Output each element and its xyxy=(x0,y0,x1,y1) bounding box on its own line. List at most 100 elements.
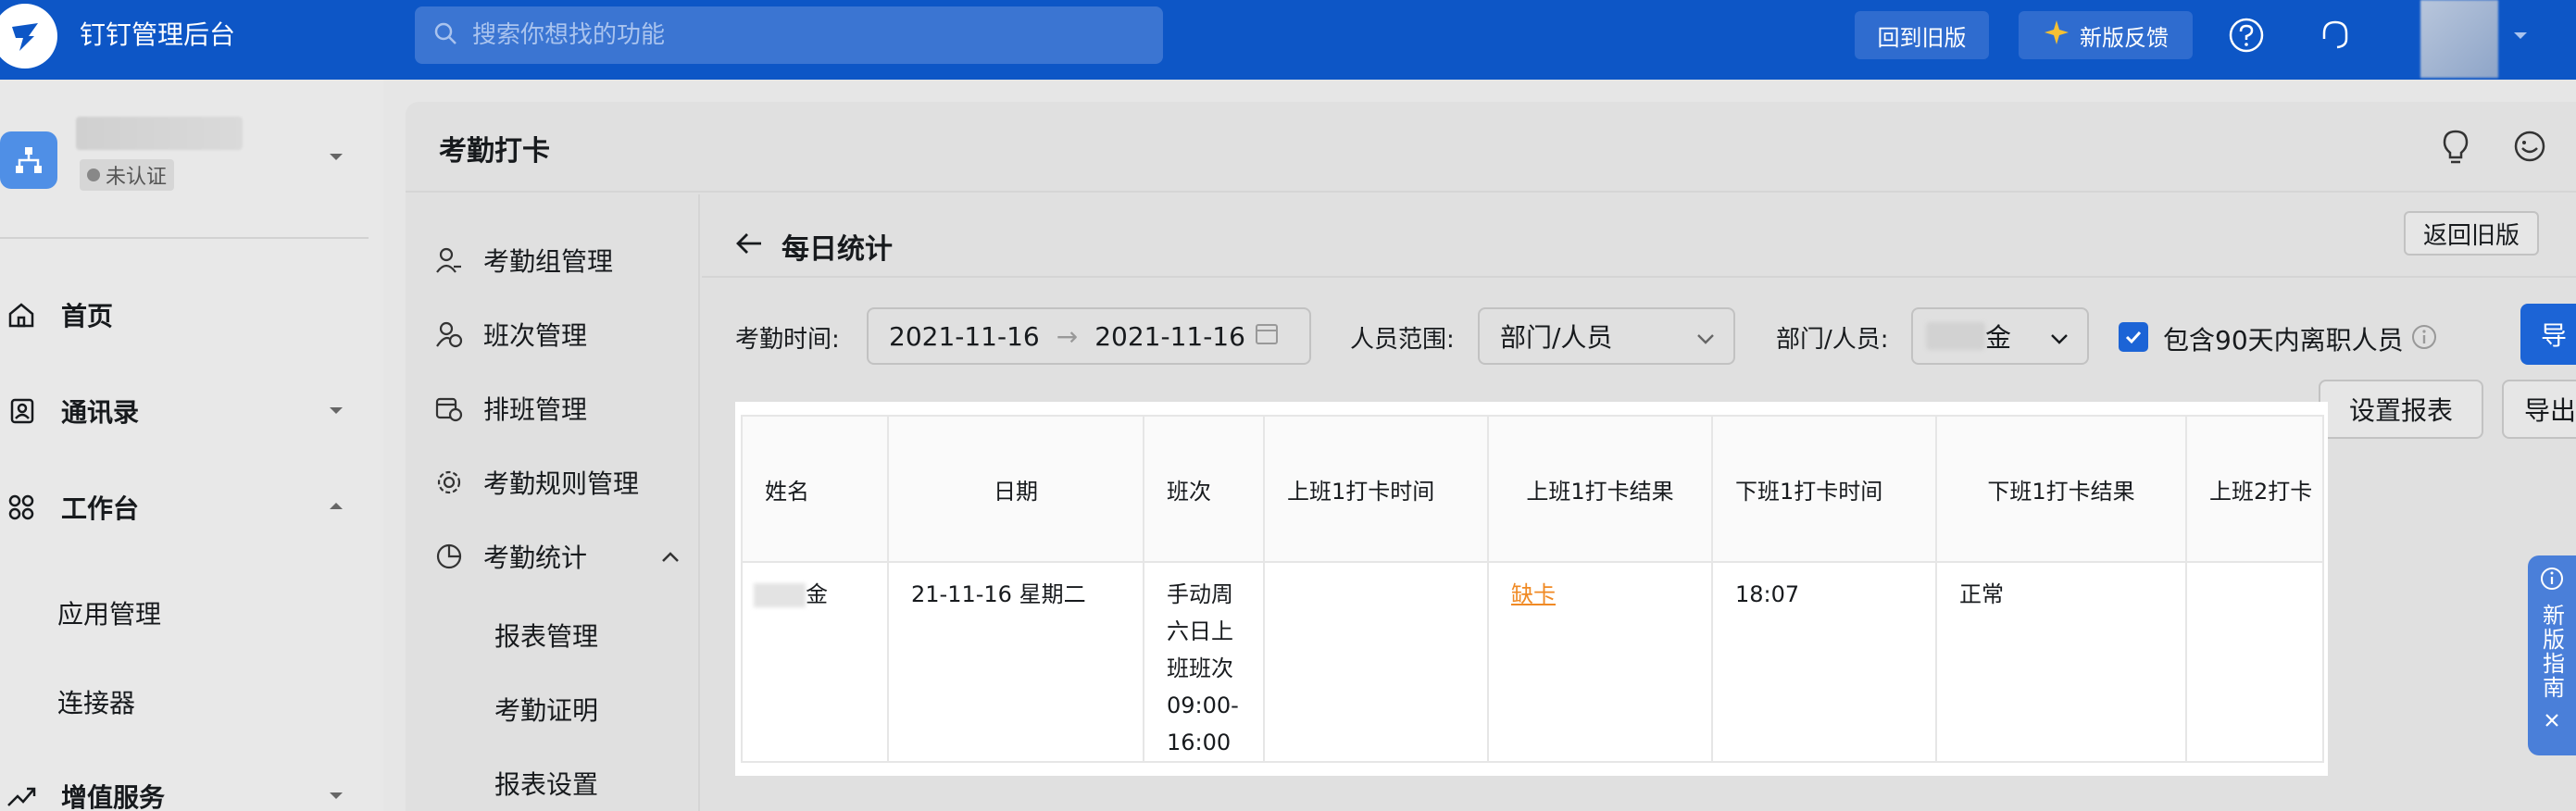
dingtalk-logo[interactable] xyxy=(0,4,57,69)
search-box[interactable] xyxy=(415,6,1163,64)
date-separator-arrow: → xyxy=(1056,320,1079,352)
column-header-date[interactable]: 日期 xyxy=(887,415,1144,563)
cell-out1-time: 18:07 xyxy=(1711,561,1937,763)
set-report-button[interactable]: 设置报表 xyxy=(2319,380,2483,439)
panel-header: 考勤打卡 xyxy=(406,102,2576,193)
column-header-in1-result[interactable]: 上班1打卡结果 xyxy=(1487,415,1713,563)
chevron-down-icon xyxy=(326,396,346,427)
lightbulb-icon[interactable] xyxy=(2433,124,2478,168)
chevron-down-icon xyxy=(2048,326,2070,356)
calendar-clock-icon xyxy=(433,394,465,422)
shift-line: 六日上 xyxy=(1167,618,1233,644)
cell-name: 金 xyxy=(741,561,889,763)
submenu-attendance-proof[interactable]: 考勤证明 xyxy=(494,691,598,728)
column-header-in2-time[interactable]: 上班2打卡 xyxy=(2185,415,2324,563)
chevron-down-icon[interactable] xyxy=(326,146,346,170)
cell-date: 21-11-16 星期二 xyxy=(887,561,1144,763)
submenu-schedule[interactable]: 排班管理 xyxy=(433,385,587,431)
submenu-statistics[interactable]: 考勤统计 xyxy=(433,533,587,580)
submenu-report-management[interactable]: 报表管理 xyxy=(494,617,598,654)
date-start: 2021-11-16 xyxy=(889,320,1040,352)
search-input[interactable] xyxy=(472,21,1120,49)
info-icon[interactable] xyxy=(2411,324,2437,354)
feedback-button[interactable]: 新版反馈 xyxy=(2019,11,2193,59)
shift-line: 16:00 xyxy=(1167,730,1232,755)
table-row: 金 21-11-16 星期二 手动周 六日上 班班次 09:00- 16:00 … xyxy=(741,561,2324,763)
group-user-icon xyxy=(433,246,465,274)
nav-connector[interactable]: 连接器 xyxy=(57,683,135,720)
date-range-picker[interactable]: 2021-11-16 → 2021-11-16 xyxy=(867,307,1311,365)
back-arrow-icon[interactable] xyxy=(735,231,763,263)
guide-label: 新版指南 xyxy=(2538,604,2565,700)
trend-chart-icon xyxy=(0,781,43,811)
cell-out1-result: 正常 xyxy=(1935,561,2187,763)
submenu-report-settings[interactable]: 报表设置 xyxy=(494,765,598,802)
scope-select-value: 部门/人员 xyxy=(1500,322,1613,353)
user-avatar[interactable] xyxy=(2420,0,2498,78)
submenu-schedule-label: 排班管理 xyxy=(483,394,588,425)
include-left-checkbox[interactable] xyxy=(2119,322,2148,352)
gear-icon xyxy=(433,468,465,496)
nav-contacts[interactable]: 通讯录 xyxy=(0,383,383,439)
org-status-badge: 未认证 xyxy=(80,159,175,191)
search-icon xyxy=(433,21,457,49)
submenu-attendance-group-label: 考勤组管理 xyxy=(483,246,614,277)
customer-service-icon[interactable] xyxy=(2507,124,2552,168)
top-bar: 钉钉管理后台 回到旧版 新版反馈 xyxy=(0,0,2576,80)
chevron-down-icon[interactable] xyxy=(2509,24,2532,50)
dept-select[interactable]: 金 xyxy=(1911,307,2089,365)
dept-filter-label: 部门/人员: xyxy=(1776,326,1889,354)
scope-select[interactable]: 部门/人员 xyxy=(1478,307,1735,365)
org-name-blurred xyxy=(76,117,243,150)
org-status-label: 未认证 xyxy=(106,166,168,189)
cell-in1-time xyxy=(1263,561,1489,763)
pie-chart-icon xyxy=(433,543,465,570)
column-header-in1-time[interactable]: 上班1打卡时间 xyxy=(1263,415,1489,563)
divider xyxy=(0,237,369,239)
blurred-name xyxy=(1926,322,1985,350)
nav-home[interactable]: 首页 xyxy=(0,287,383,343)
chevron-up-icon[interactable] xyxy=(659,546,682,572)
info-circle-icon xyxy=(2540,567,2564,596)
daily-stats-table-container: 姓名 日期 班次 上班1打卡时间 上班1打卡结果 下班1打卡时间 下班1打卡结果… xyxy=(737,404,2326,774)
shift-user-clock-icon xyxy=(433,320,465,348)
new-version-guide-tab[interactable]: 新版指南 xyxy=(2528,555,2576,755)
submenu-shift-label: 班次管理 xyxy=(483,320,588,351)
nav-app-management[interactable]: 应用管理 xyxy=(57,594,161,631)
return-old-version-button[interactable]: 返回旧版 xyxy=(2404,211,2539,256)
column-header-out1-time[interactable]: 下班1打卡时间 xyxy=(1711,415,1937,563)
submenu-shift[interactable]: 班次管理 xyxy=(433,311,587,357)
submenu-rules[interactable]: 考勤规则管理 xyxy=(433,459,639,505)
page-header: 每日统计 xyxy=(735,226,893,267)
missing-punch-link[interactable]: 缺卡 xyxy=(1511,581,1556,607)
table-header-row: 姓名 日期 班次 上班1打卡时间 上班1打卡结果 下班1打卡时间 下班1打卡结果… xyxy=(741,415,2324,563)
nav-value-added-label: 增值服务 xyxy=(61,782,166,811)
shift-line: 班班次 xyxy=(1167,655,1233,681)
dept-select-value: 金 xyxy=(1985,322,2012,353)
chevron-down-icon xyxy=(326,781,346,811)
home-icon xyxy=(0,300,43,330)
support-headset-icon[interactable] xyxy=(2317,17,2354,54)
cell-in1-result: 缺卡 xyxy=(1487,561,1713,763)
column-header-shift[interactable]: 班次 xyxy=(1143,415,1265,563)
workbench-grid-icon xyxy=(0,493,43,522)
feedback-label: 新版反馈 xyxy=(2080,24,2169,51)
nav-workbench[interactable]: 工作台 xyxy=(0,480,383,535)
export-primary-button[interactable]: 导 xyxy=(2520,304,2576,365)
org-icon[interactable] xyxy=(0,131,57,189)
column-header-name[interactable]: 姓名 xyxy=(741,415,889,563)
column-header-out1-result[interactable]: 下班1打卡结果 xyxy=(1935,415,2187,563)
chevron-up-icon xyxy=(326,493,346,523)
back-to-old-version-button[interactable]: 回到旧版 xyxy=(1855,11,1989,59)
status-dot-icon xyxy=(87,168,100,181)
time-filter-label: 考勤时间: xyxy=(735,326,840,354)
date-end: 2021-11-16 xyxy=(1094,320,1245,352)
contacts-icon xyxy=(0,396,43,426)
close-icon[interactable] xyxy=(2543,709,2561,735)
help-icon[interactable] xyxy=(2228,17,2265,54)
cell-name-text: 金 xyxy=(806,581,828,607)
submenu-attendance-group[interactable]: 考勤组管理 xyxy=(433,237,613,283)
nav-value-added-services[interactable]: 增值服务 xyxy=(0,768,383,811)
shift-line: 手动周 xyxy=(1167,581,1233,607)
export-button[interactable]: 导出 xyxy=(2502,380,2576,439)
